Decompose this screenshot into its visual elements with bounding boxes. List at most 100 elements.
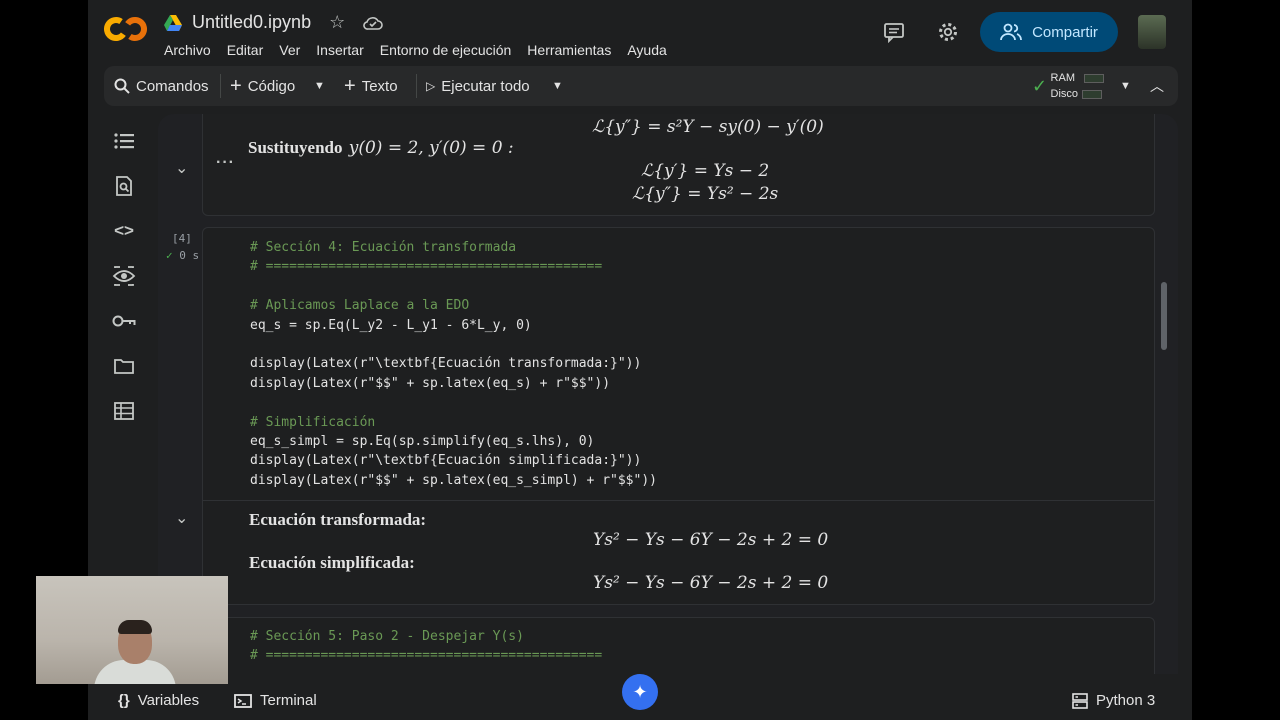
add-code-dropdown[interactable]: ▼ [314, 66, 325, 106]
output-cell-previous: ℒ{y″} = s²Y − sy(0) − y′(0) Sustituyendo… [202, 114, 1155, 216]
runtime-dropdown[interactable]: ▼ [1120, 66, 1131, 106]
people-icon [1000, 23, 1022, 41]
code-line: eq_s = sp.Eq(L_y2 - L_y1 - 6*L_y, 0) [250, 317, 532, 333]
collapse-output-button[interactable]: ⌄ [175, 158, 188, 178]
find-in-file-icon [116, 175, 132, 196]
share-button[interactable]: Compartir [980, 12, 1118, 52]
code-cell-next[interactable]: # Sección 5: Paso 2 - Despejar Y(s) # ==… [202, 617, 1155, 674]
execution-count: [4] [172, 232, 192, 245]
disk-label: Disco [1050, 88, 1079, 100]
code-line: display(Latex(r"$$" + sp.latex(eq_s_simp… [250, 472, 657, 488]
files-button[interactable] [106, 343, 142, 388]
server-icon [1072, 692, 1088, 709]
collapse-output-button[interactable]: ⌄ [175, 508, 188, 528]
notebook-title[interactable]: Untitled0.ipynb [192, 12, 311, 33]
plus-icon: + [344, 74, 356, 97]
secrets-button[interactable] [106, 253, 142, 298]
more-horizontal-icon: ··· [216, 154, 235, 171]
code-line: display(Latex(r"$$" + sp.latex(eq_s) + r… [250, 375, 611, 391]
substitution-text: Sustituyendo [248, 138, 343, 157]
add-code-button[interactable]: + Código [230, 66, 295, 106]
code-line: # ======================================… [250, 259, 603, 275]
gemini-button[interactable]: ✦ [622, 674, 658, 710]
sparkle-icon: ✦ [632, 681, 648, 702]
eye-icon [112, 265, 136, 286]
status-bar: {} Variables Terminal ✦ Python 3 [88, 674, 1192, 720]
text-label: Texto [361, 77, 398, 95]
toc-button[interactable] [106, 118, 142, 163]
laplace-first-derivative-result: ℒ{y′} = Ys − 2 [641, 161, 770, 181]
search-icon [114, 78, 130, 94]
play-icon: ▷ [426, 79, 436, 93]
code-line: display(Latex(r"\textbf{Ecuación simplif… [250, 453, 642, 469]
terminal-icon [234, 693, 252, 708]
output-label-transformed: Ecuación transformada: [249, 510, 427, 529]
output-label-simplified: Ecuación simplificada: [249, 553, 415, 572]
comments-button[interactable] [874, 12, 914, 52]
substitution-label: Sustituyendo y(0) = 2, y′(0) = 0 : [248, 138, 514, 158]
caret-down-icon: ▼ [314, 80, 325, 92]
menu-bar: Archivo Editar Ver Insertar Entorno de e… [164, 42, 667, 58]
menu-insertar[interactable]: Insertar [316, 42, 363, 58]
menu-archivo[interactable]: Archivo [164, 42, 211, 58]
colab-logo[interactable] [104, 14, 148, 44]
settings-button[interactable] [928, 12, 968, 52]
code-label: Código [247, 77, 296, 95]
header-actions: Compartir [874, 12, 1192, 52]
keys-button[interactable] [106, 298, 142, 343]
code-editor[interactable]: # Sección 4: Ecuación transformada # ===… [250, 238, 657, 490]
collapse-header-button[interactable]: ︿ [1150, 66, 1164, 106]
run-all-button[interactable]: ▷ Ejecutar todo [426, 66, 530, 106]
caret-down-icon: ▼ [1120, 80, 1131, 92]
menu-ayuda[interactable]: Ayuda [627, 42, 666, 58]
notebook-title-bar: Untitled0.ipynb ☆ [164, 12, 384, 33]
commands-button[interactable]: Comandos [114, 66, 209, 106]
terminal-label: Terminal [260, 692, 317, 709]
vertical-scrollbar[interactable] [1161, 282, 1167, 350]
avatar[interactable] [1138, 15, 1166, 49]
connected-check-icon: ✓ [1032, 75, 1048, 96]
disk-bar [1082, 89, 1103, 99]
toolbar: Comandos + Código ▼ + Texto ▷ Ejecutar t… [104, 66, 1178, 106]
add-text-button[interactable]: + Texto [344, 66, 398, 106]
chevron-down-icon: ⌄ [175, 510, 189, 527]
menu-editar[interactable]: Editar [227, 42, 264, 58]
webcam-person-hair [118, 620, 152, 634]
code-line: eq_s_simpl = sp.Eq(sp.simplify(eq_s.lhs)… [250, 434, 595, 450]
table-of-contents-icon [114, 132, 134, 149]
terminal-button[interactable]: Terminal [234, 692, 317, 709]
laplace-second-derivative-result: ℒ{y″} = Ys² − 2s [632, 184, 779, 204]
table-icon [114, 401, 134, 420]
output-more-button[interactable]: ··· [216, 154, 235, 172]
code-line: # Simplificación [250, 414, 376, 430]
cloud-saved-icon[interactable] [363, 15, 384, 31]
comment-icon [884, 23, 904, 43]
run-all-label: Ejecutar todo [441, 77, 530, 95]
code-line: # Sección 5: Paso 2 - Despejar Y(s) [250, 629, 524, 644]
colab-window: Untitled0.ipynb ☆ Archivo Editar Ver Ins… [88, 0, 1192, 720]
code-line: # Sección 4: Ecuación transformada [250, 240, 517, 255]
code-snippets-button[interactable]: <> [106, 208, 142, 253]
star-icon[interactable]: ☆ [329, 12, 345, 33]
transformed-equation: Ys² − Ys − 6Y − 2s + 2 = 0 [593, 530, 829, 550]
caret-down-icon: ▼ [552, 80, 563, 92]
plus-icon: + [230, 74, 242, 97]
initial-conditions: y(0) = 2, y′(0) = 0 : [348, 138, 514, 158]
runtime-button[interactable]: Python 3 [1072, 692, 1155, 709]
data-table-button[interactable] [106, 388, 142, 433]
run-all-dropdown[interactable]: ▼ [552, 66, 563, 106]
output-divider [203, 500, 1154, 501]
menu-herramientas[interactable]: Herramientas [527, 42, 611, 58]
menu-entorno[interactable]: Entorno de ejecución [380, 42, 512, 58]
ram-label: RAM [1050, 72, 1075, 84]
find-button[interactable] [106, 163, 142, 208]
code-editor[interactable]: # Sección 5: Paso 2 - Despejar Y(s) # ==… [250, 627, 602, 666]
left-rail: <> [106, 118, 142, 433]
resource-indicator[interactable]: RAM Disco [1051, 70, 1104, 102]
notebook-area: ℒ{y″} = s²Y − sy(0) − y′(0) Sustituyendo… [158, 114, 1178, 674]
kernel-label: Python 3 [1096, 692, 1156, 709]
menu-ver[interactable]: Ver [279, 42, 300, 58]
code-cell[interactable]: # Sección 4: Ecuación transformada # ===… [202, 227, 1155, 605]
chevron-up-icon: ︿ [1150, 78, 1164, 94]
variables-button[interactable]: {} Variables [118, 692, 199, 709]
